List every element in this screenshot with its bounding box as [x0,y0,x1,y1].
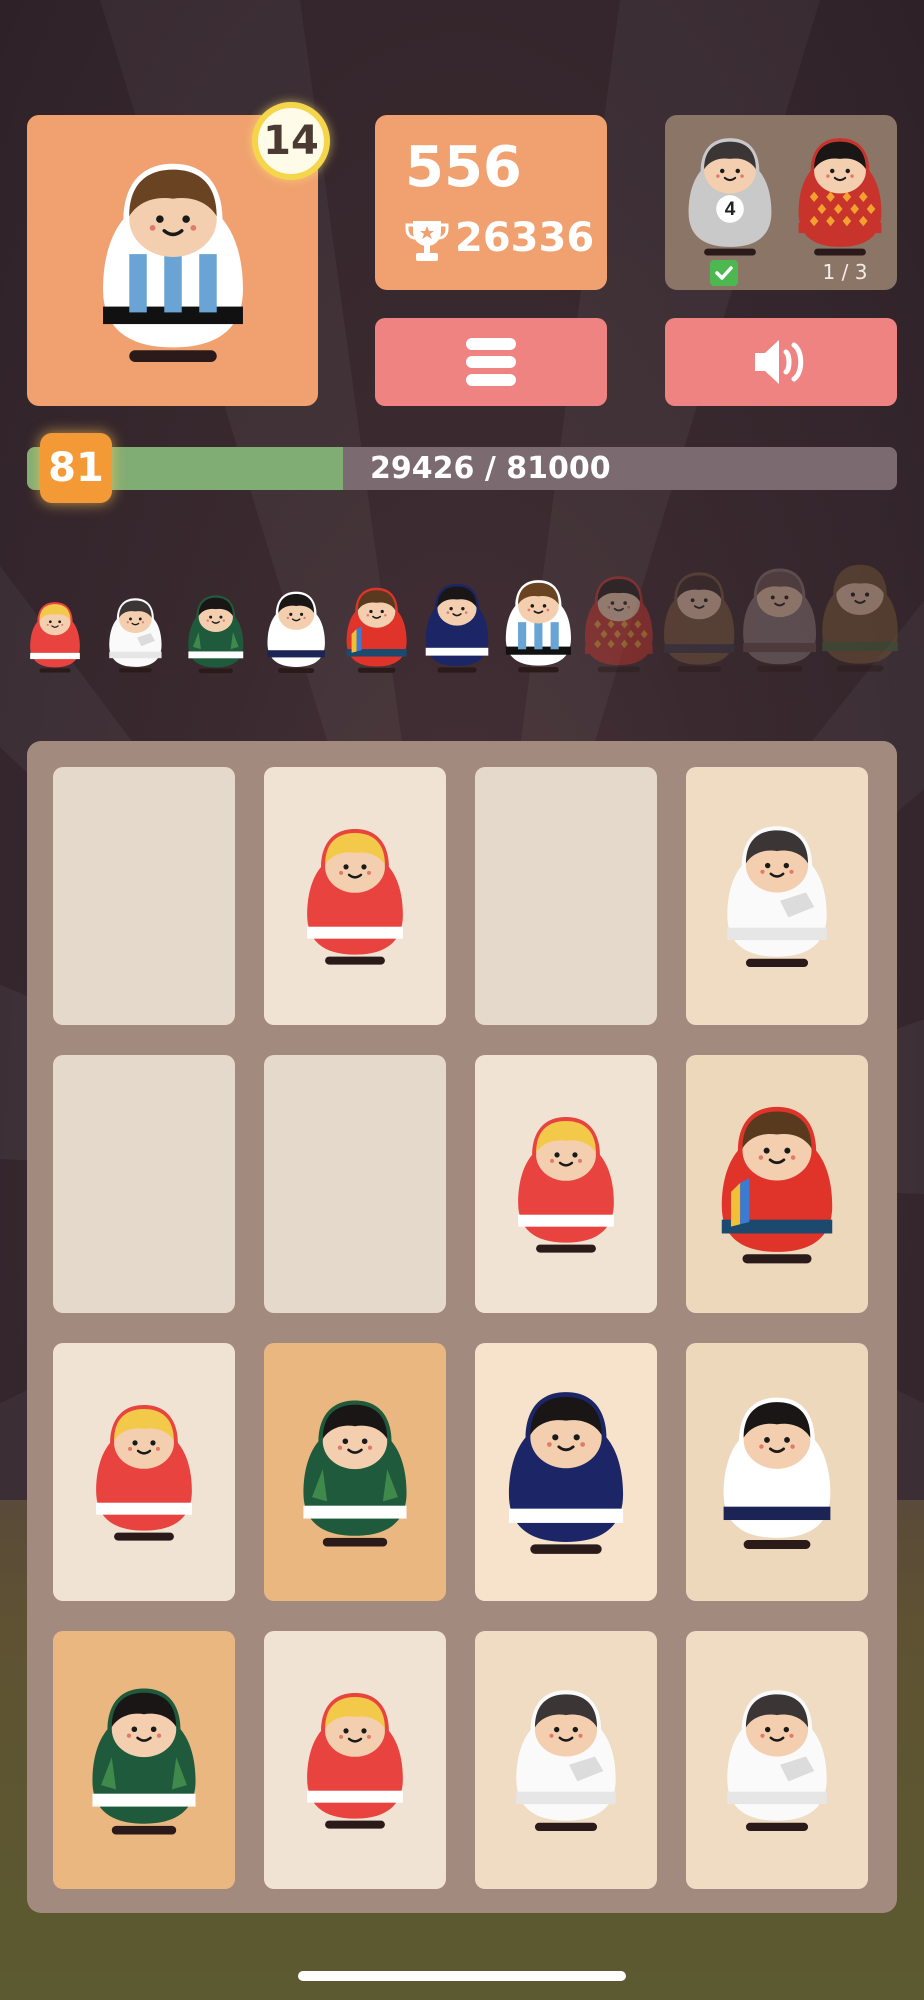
level-progress-bar: 29426 / 81000 [27,447,897,490]
goal-progress-text: 1 / 3 [822,260,868,284]
collection-doll [344,584,409,675]
level-progress-text: 29426 / 81000 [370,451,611,486]
game-board[interactable] [27,741,897,1913]
doll-navy-black [504,1385,628,1559]
board-cell[interactable] [686,1631,868,1889]
doll-red-stripes-brown [717,1100,837,1268]
board-cell[interactable] [475,1343,657,1601]
board-cell[interactable] [264,1343,446,1601]
goal-target-doll: 4 [685,133,775,259]
board-cell-empty[interactable] [53,1055,235,1313]
sound-button[interactable] [665,318,897,406]
board-cell[interactable] [686,767,868,1025]
board-cell-empty[interactable] [475,767,657,1025]
board-cell[interactable] [686,1055,868,1313]
collection-doll [819,560,901,675]
current-doll [97,155,249,368]
collection-doll [582,572,656,675]
best-score-value: 26336 [455,215,595,261]
doll-white-grey [723,820,831,971]
goal-card[interactable]: 4 1 / 3 [665,115,897,290]
board-cell[interactable] [264,767,446,1025]
doll-white-navy [719,1391,835,1553]
svg-text:4: 4 [725,199,736,220]
collection-doll [186,592,246,675]
doll-red-blonde [303,823,407,969]
goal-next-doll [795,133,885,259]
collection-doll [28,599,82,675]
collection-doll [740,564,819,675]
board-cell[interactable] [264,1631,446,1889]
doll-green-black [88,1682,200,1839]
menu-button[interactable] [375,318,607,406]
hamburger-icon [466,338,516,386]
collection-doll [661,568,737,675]
board-cell[interactable] [53,1631,235,1889]
board-cell[interactable] [53,1343,235,1601]
doll-green-black [299,1394,411,1551]
player-level-badge: 81 [40,433,112,503]
check-icon [710,260,738,286]
doll-red-blonde [514,1111,618,1257]
doll-white-grey [723,1684,831,1835]
board-cell-empty[interactable] [264,1055,446,1313]
board-cell-empty[interactable] [53,767,235,1025]
speaker-icon [755,340,804,384]
board-cell[interactable] [475,1055,657,1313]
board-cell[interactable] [475,1631,657,1889]
doll-red-blonde [303,1687,407,1833]
score-value: 556 [405,135,522,200]
collection-doll [107,595,164,675]
home-indicator[interactable] [298,1971,626,1981]
doll-collection-strip [20,560,910,675]
score-card: 556 26336 [375,115,607,290]
trophy-icon [405,221,449,261]
hero-level-badge: 14 [252,102,330,180]
collection-doll [423,580,491,675]
doll-white-grey [512,1684,620,1835]
doll-red-blonde [92,1399,196,1545]
board-cell[interactable] [686,1343,868,1601]
collection-doll [503,576,574,675]
collection-doll [265,588,327,675]
